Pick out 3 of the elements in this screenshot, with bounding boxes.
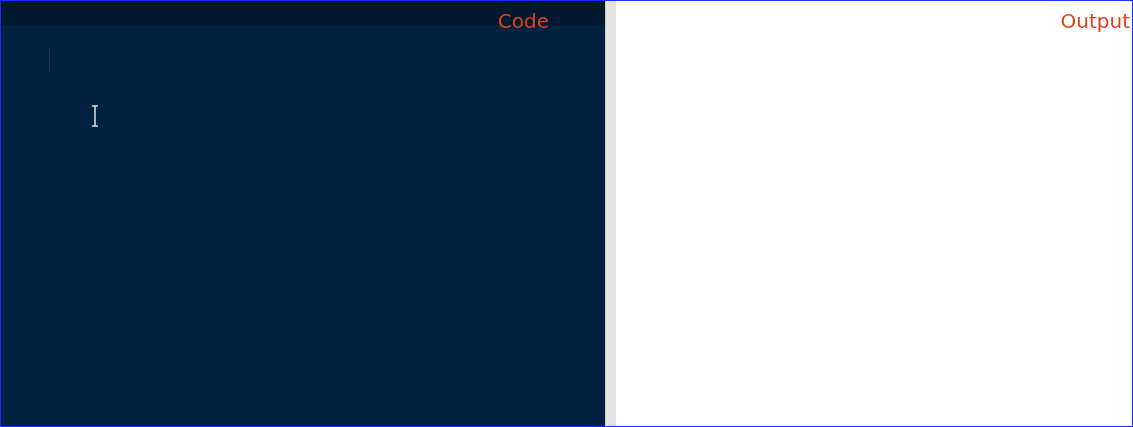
- text-cursor-icon: [91, 105, 99, 127]
- output-label: Output: [1060, 9, 1130, 33]
- panel-splitter[interactable]: [605, 1, 616, 426]
